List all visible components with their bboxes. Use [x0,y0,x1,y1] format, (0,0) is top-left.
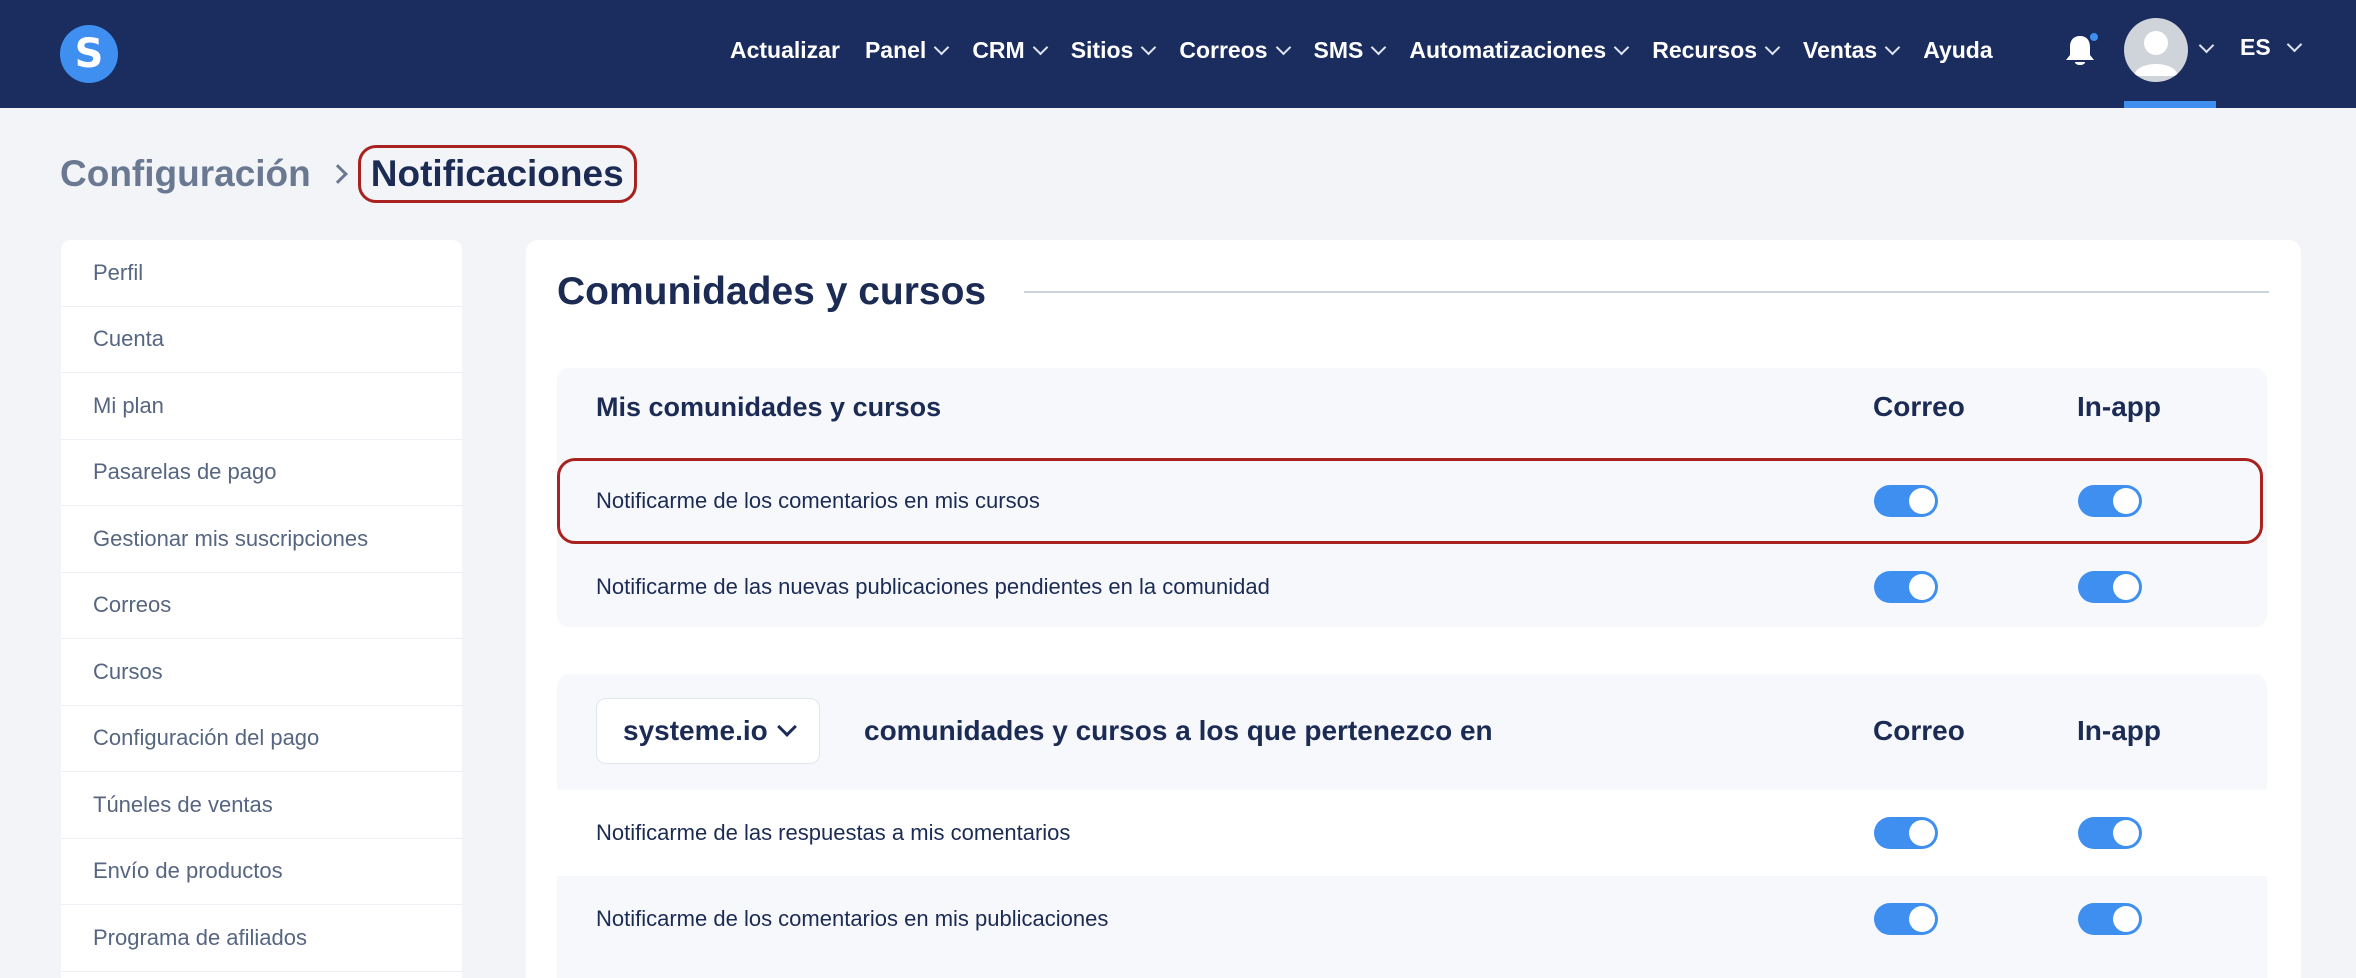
breadcrumb-parent[interactable]: Configuración [60,153,311,195]
inapp-toggle[interactable] [2078,485,2142,517]
panel-title: comunidades y cursos a los que pertenezc… [864,715,1493,746]
inapp-toggle[interactable] [2078,571,2142,603]
avatar[interactable] [2124,18,2188,82]
chevron-down-icon[interactable] [2198,37,2215,54]
sidebar-item-pasarelas-de-pago[interactable]: Pasarelas de pago [61,440,462,506]
page-title: Notificaciones [357,145,637,203]
section-divider [1024,291,2269,293]
systeme-logo[interactable]: S [60,25,118,83]
breadcrumb: Configuración Notificaciones [60,145,637,203]
panel-title: Mis comunidades y cursos [596,392,942,422]
nav-item-panel[interactable]: Panel [865,37,950,64]
nav-item-automatizaciones[interactable]: Automatizaciones [1409,37,1630,64]
sidebar-item-envio-de-productos[interactable]: Envío de productos [61,839,462,905]
table-row: Notificarme de los comentarios en mis pu… [557,876,2267,962]
inapp-toggle[interactable] [2078,817,2142,849]
nav-item-sms[interactable]: SMS [1314,37,1387,64]
inapp-toggle[interactable] [2078,903,2142,935]
chevron-down-icon [934,39,950,55]
sidebar-item-suscripciones[interactable]: Gestionar mis suscripciones [61,506,462,573]
top-navigation-bar: S Actualizar Panel CRM Sitios Correos SM… [0,0,2356,108]
section-header: Comunidades y cursos [557,270,2269,314]
chevron-down-icon [1032,39,1048,55]
chevron-down-icon [776,717,797,737]
dropdown-value: systeme.io [623,715,768,746]
sidebar-item-cuenta[interactable]: Cuenta [61,307,462,373]
section-title: Comunidades y cursos [557,270,987,313]
nav-item-ventas[interactable]: Ventas [1803,37,1901,64]
sidebar-item-tuneles-de-ventas[interactable]: Túneles de ventas [61,772,462,839]
chevron-down-icon [1884,39,1901,55]
chevron-down-icon [1141,39,1157,55]
settings-sidebar: Perfil Cuenta Mi plan Pasarelas de pago … [61,240,462,978]
column-header-email: Correo [1873,715,1965,746]
chevron-down-icon [1613,39,1630,55]
nav-item-ayuda[interactable]: Ayuda [1923,37,1992,64]
email-toggle[interactable] [1874,817,1938,849]
chevron-down-icon [1275,39,1291,55]
language-selector[interactable]: ES [2240,34,2302,61]
column-header-email: Correo [1873,391,1965,422]
sidebar-item-perfil[interactable]: Perfil [61,240,462,307]
chevron-down-icon [1371,39,1387,55]
bell-icon[interactable] [2064,31,2100,69]
row-label: Notificarme de los comentarios en mis cu… [596,488,1040,513]
row-label: Notificarme de las respuestas a mis come… [596,820,1071,845]
column-header-inapp: In-app [2077,391,2161,422]
chevron-right-icon [327,164,348,184]
notification-dot [2088,31,2100,43]
active-menu-indicator [2124,101,2216,108]
email-toggle[interactable] [1874,485,1938,517]
nav-item-sitios[interactable]: Sitios [1071,37,1157,64]
table-row: Notificarme de los comentarios en mis cu… [557,458,2267,544]
notifications-card: Comunidades y cursos Mis comunidades y c… [526,240,2301,978]
sidebar-item-programa-de-afiliados[interactable]: Programa de afiliados [61,905,462,972]
nav-item-crm[interactable]: CRM [972,37,1048,64]
platform-dropdown[interactable]: systeme.io [596,698,820,764]
nav-item-correos[interactable]: Correos [1179,37,1291,64]
email-toggle[interactable] [1874,903,1938,935]
main-menu: Actualizar Panel CRM Sitios Correos SMS … [730,0,2018,100]
sidebar-item-mi-plan[interactable]: Mi plan [61,373,462,440]
member-communities-panel: systeme.io comunidades y cursos a los qu… [557,674,2267,978]
sidebar-item-cursos[interactable]: Cursos [61,639,462,706]
row-label: Notificarme de las nuevas publicaciones … [596,574,1270,599]
chevron-down-icon [1764,39,1781,55]
my-communities-panel: Mis comunidades y cursos Correo In-app N… [557,368,2267,627]
sidebar-item-configuracion-del-pago[interactable]: Configuración del pago [61,706,462,772]
column-header-inapp: In-app [2077,715,2161,746]
nav-item-recursos[interactable]: Recursos [1652,37,1781,64]
logo-letter: S [74,31,104,77]
nav-item-actualizar[interactable]: Actualizar [730,37,840,64]
row-label: Notificarme de los comentarios en mis pu… [596,906,1109,931]
email-toggle[interactable] [1874,571,1938,603]
sidebar-item-correos[interactable]: Correos [61,573,462,639]
table-row: Notificarme de las nuevas publicaciones … [557,544,2267,630]
table-row: Notificarme de las respuestas a mis come… [557,790,2267,876]
chevron-down-icon [2286,36,2302,53]
